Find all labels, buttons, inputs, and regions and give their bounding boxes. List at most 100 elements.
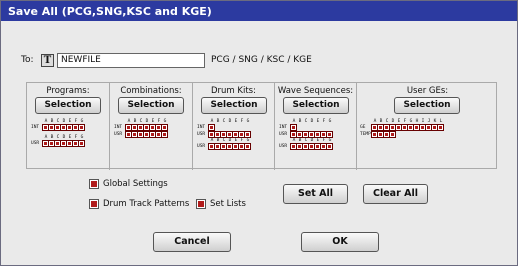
bank-row: USR: [197, 143, 251, 150]
bank-checkbox[interactable]: [208, 143, 215, 150]
bank-checkbox[interactable]: [371, 124, 378, 131]
bank-checkbox[interactable]: [125, 131, 132, 138]
bank-checkbox[interactable]: [377, 124, 384, 131]
bank-checkbox[interactable]: [214, 143, 221, 150]
bank-checkbox[interactable]: [290, 124, 297, 131]
bank-checkbox[interactable]: [220, 131, 227, 138]
bank-checkbox[interactable]: [131, 124, 138, 131]
programs-selection-button[interactable]: Selection: [35, 97, 101, 114]
combinations-selection-button[interactable]: Selection: [118, 97, 184, 114]
bank-checkbox[interactable]: [149, 131, 156, 138]
global-settings-checkbox[interactable]: [89, 179, 99, 189]
bank-checkbox[interactable]: [161, 124, 168, 131]
clear-all-button[interactable]: Clear All: [363, 184, 428, 204]
bank-checkbox[interactable]: [326, 131, 333, 138]
bank-checkbox[interactable]: [389, 124, 396, 131]
bank-checkbox[interactable]: [389, 131, 396, 138]
bank-checkbox[interactable]: [425, 124, 432, 131]
bank-checkbox[interactable]: [244, 143, 251, 150]
bank-checkbox[interactable]: [161, 131, 168, 138]
filename-input[interactable]: NEWFILE: [57, 52, 205, 68]
bank-checkbox[interactable]: [226, 131, 233, 138]
bank-letters: ABCDEFG: [209, 138, 251, 143]
bank-checkbox[interactable]: [290, 131, 297, 138]
set-all-button[interactable]: Set All: [283, 184, 348, 204]
bank-checkbox[interactable]: [238, 131, 245, 138]
bank-checkbox[interactable]: [48, 124, 55, 131]
ok-button[interactable]: OK: [301, 232, 379, 252]
bank-letter: G: [328, 138, 332, 143]
bank-checkbox[interactable]: [78, 124, 85, 131]
set-lists-option[interactable]: Set Lists: [196, 199, 246, 209]
bank-checkbox[interactable]: [131, 131, 138, 138]
bank-row: USR: [114, 131, 168, 138]
bank-checkbox[interactable]: [78, 140, 85, 147]
bank-checkbox[interactable]: [208, 131, 215, 138]
set-lists-checkbox[interactable]: [196, 199, 206, 209]
bank-checkbox[interactable]: [54, 140, 61, 147]
bank-checkbox[interactable]: [226, 143, 233, 150]
bank-checkbox[interactable]: [214, 131, 221, 138]
bank-checkbox[interactable]: [371, 131, 378, 138]
global-settings-option[interactable]: Global Settings: [89, 179, 168, 189]
user-ges-title: User GEs:: [406, 86, 449, 96]
bank-checkbox[interactable]: [42, 140, 49, 147]
bank-checkbox[interactable]: [407, 124, 414, 131]
bank-checkbox[interactable]: [302, 143, 309, 150]
bank-checkbox[interactable]: [125, 124, 132, 131]
bank-checkbox[interactable]: [308, 131, 315, 138]
text-edit-button[interactable]: T: [41, 53, 54, 67]
bank-checkbox[interactable]: [314, 143, 321, 150]
bank-checkbox[interactable]: [42, 124, 49, 131]
bank-checkbox[interactable]: [383, 124, 390, 131]
bank-checkbox[interactable]: [296, 143, 303, 150]
bank-checkbox[interactable]: [302, 131, 309, 138]
bank-checkbox[interactable]: [431, 124, 438, 131]
bank-checkbox[interactable]: [220, 143, 227, 150]
bank-checkbox[interactable]: [244, 131, 251, 138]
bank-checkbox[interactable]: [314, 131, 321, 138]
bank-checkbox[interactable]: [320, 131, 327, 138]
bank-checkbox[interactable]: [419, 124, 426, 131]
bank-checkbox[interactable]: [155, 131, 162, 138]
bank-checkbox[interactable]: [60, 124, 67, 131]
bank-letter: G: [328, 119, 332, 124]
bank-checkbox[interactable]: [72, 124, 79, 131]
bank-checkbox[interactable]: [66, 124, 73, 131]
bank-checkbox[interactable]: [308, 143, 315, 150]
bank-checkbox[interactable]: [155, 124, 162, 131]
bank-checkbox[interactable]: [326, 143, 333, 150]
bank-checkbox[interactable]: [48, 140, 55, 147]
bank-letters: ABCDEFG: [291, 138, 333, 143]
bank-checkbox[interactable]: [401, 124, 408, 131]
bank-checkbox[interactable]: [377, 131, 384, 138]
bank-checkbox[interactable]: [437, 124, 444, 131]
bank-checkbox[interactable]: [72, 140, 79, 147]
bank-checkbox[interactable]: [232, 131, 239, 138]
bank-row: INT: [114, 124, 168, 131]
wave-sequences-selection-button[interactable]: Selection: [283, 97, 349, 114]
user-ges-selection-button[interactable]: Selection: [394, 97, 460, 114]
drum-track-patterns-option[interactable]: Drum Track Patterns: [89, 199, 189, 209]
bank-checkbox[interactable]: [208, 124, 215, 131]
bank-checkbox[interactable]: [54, 124, 61, 131]
bank-checkbox[interactable]: [137, 131, 144, 138]
bank-checkbox[interactable]: [137, 124, 144, 131]
bank-checkbox[interactable]: [413, 124, 420, 131]
bank-checkbox[interactable]: [290, 143, 297, 150]
drum-track-patterns-checkbox[interactable]: [89, 199, 99, 209]
bank-checkbox[interactable]: [320, 143, 327, 150]
bank-checkbox[interactable]: [296, 131, 303, 138]
selection-panel: Programs: Selection A B C D E F G INT A B C D E F G USR…: [26, 82, 497, 170]
bank-checkbox[interactable]: [143, 124, 150, 131]
bank-checkbox[interactable]: [238, 143, 245, 150]
drum-kits-selection-button[interactable]: Selection: [201, 97, 267, 114]
bank-checkbox[interactable]: [143, 131, 150, 138]
bank-checkbox[interactable]: [60, 140, 67, 147]
cancel-button[interactable]: Cancel: [153, 232, 231, 252]
bank-checkbox[interactable]: [149, 124, 156, 131]
bank-checkbox[interactable]: [395, 124, 402, 131]
bank-checkbox[interactable]: [66, 140, 73, 147]
bank-checkbox[interactable]: [383, 131, 390, 138]
bank-checkbox[interactable]: [232, 143, 239, 150]
